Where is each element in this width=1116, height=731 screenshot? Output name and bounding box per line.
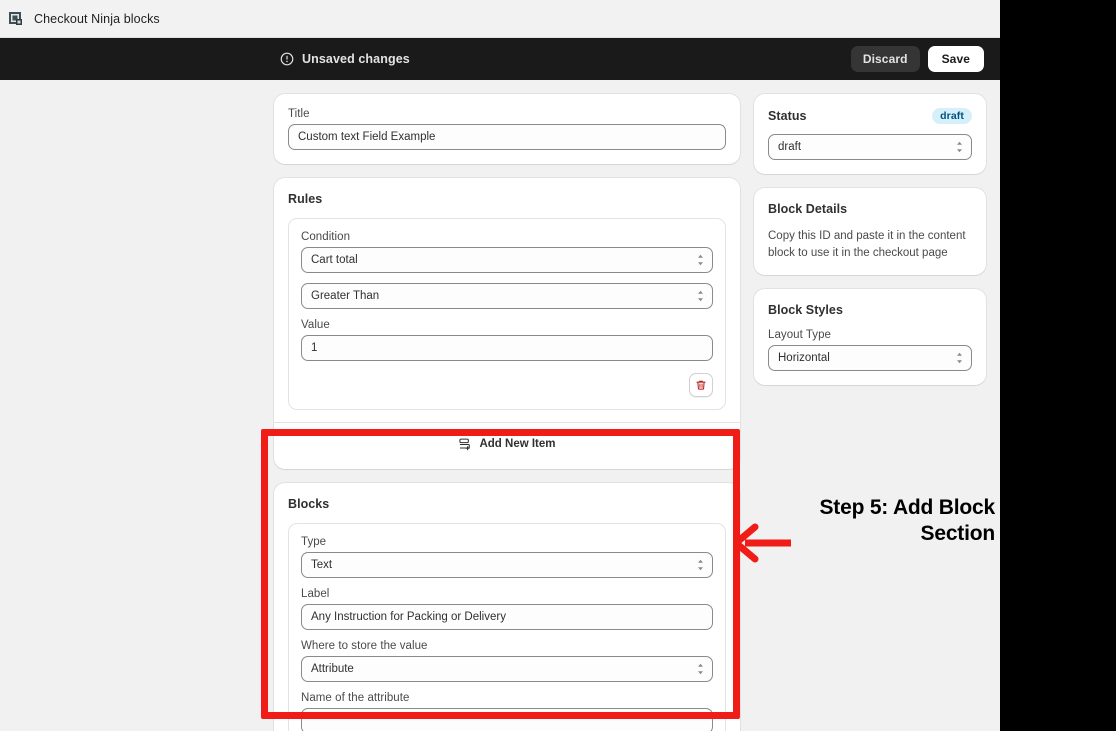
sidebar-column: Status draft draft Block Details Copy th…	[754, 94, 986, 399]
status-card-header: Status draft	[768, 108, 972, 124]
status-card-heading: Status	[768, 109, 807, 123]
operator-field: Greater Than	[301, 283, 713, 309]
save-button[interactable]: Save	[928, 46, 984, 72]
title-input[interactable]	[288, 124, 726, 150]
add-new-item-label: Add New Item	[479, 438, 555, 450]
add-block-icon	[458, 437, 472, 451]
browser-tab-title[interactable]: Checkout Ninja blocks	[34, 12, 160, 26]
block-type-select[interactable]: Text	[301, 552, 713, 578]
block-store-field: Where to store the value Attribute	[301, 640, 713, 682]
status-card: Status draft draft	[754, 94, 986, 174]
block-label-label: Label	[301, 588, 713, 600]
block-label-field: Label	[301, 588, 713, 630]
unsaved-changes-label: Unsaved changes	[302, 52, 410, 66]
block-store-select[interactable]: Attribute	[301, 656, 713, 682]
trash-icon	[695, 379, 707, 391]
condition-field: Condition Cart total	[301, 231, 713, 273]
layout-type-select[interactable]: Horizontal	[768, 345, 972, 371]
blocks-card: Blocks Type Text	[274, 483, 740, 731]
attribute-name-field: Name of the attribute	[301, 692, 713, 731]
condition-select-wrap: Cart total	[301, 247, 713, 273]
block-type-select-wrap: Text	[301, 552, 713, 578]
layout-type-label: Layout Type	[768, 329, 972, 341]
attribute-name-input[interactable]	[301, 708, 713, 731]
block-styles-heading: Block Styles	[768, 303, 972, 317]
browser-tab-bar: Checkout Ninja blocks	[0, 0, 1000, 38]
site-favicon-icon	[8, 11, 24, 27]
rule-item: Condition Cart total Grea	[288, 218, 726, 410]
rules-card: Rules Condition Cart total	[274, 178, 740, 469]
status-select[interactable]: draft	[768, 134, 972, 160]
block-details-body: Copy this ID and paste it in the content…	[768, 228, 972, 261]
block-label-input[interactable]	[301, 604, 713, 630]
save-bar-message-group: Unsaved changes	[280, 52, 410, 66]
block-styles-card: Block Styles Layout Type Horizontal	[754, 289, 986, 385]
value-label: Value	[301, 319, 713, 331]
operator-select-wrap: Greater Than	[301, 283, 713, 309]
page-content: Title Rules Condition Cart total	[0, 80, 1000, 731]
status-select-wrap: draft	[768, 134, 972, 160]
condition-label: Condition	[301, 231, 713, 243]
block-store-select-wrap: Attribute	[301, 656, 713, 682]
block-details-card: Block Details Copy this ID and paste it …	[754, 188, 986, 275]
block-store-label: Where to store the value	[301, 640, 713, 652]
rules-card-heading: Rules	[288, 192, 726, 206]
block-type-field: Type Text	[301, 536, 713, 578]
operator-select[interactable]: Greater Than	[301, 283, 713, 309]
status-badge: draft	[932, 108, 972, 124]
screen: Checkout Ninja blocks Unsaved changes Di…	[0, 0, 1116, 731]
main-column: Title Rules Condition Cart total	[274, 94, 740, 731]
block-item: Type Text Label	[288, 523, 726, 731]
title-field-label: Title	[288, 108, 726, 120]
block-details-heading: Block Details	[768, 202, 972, 216]
save-bar-actions: Discard Save	[851, 46, 984, 72]
app-viewport: Unsaved changes Discard Save Title Rules	[0, 38, 1000, 731]
alert-circle-icon	[280, 52, 294, 66]
discard-button[interactable]: Discard	[851, 46, 920, 72]
add-new-item-button[interactable]: Add New Item	[288, 433, 726, 455]
title-card: Title	[274, 94, 740, 164]
annotation-text: Step 5: Add Block Section	[770, 495, 995, 548]
blocks-card-heading: Blocks	[288, 497, 726, 511]
value-field: Value	[301, 319, 713, 361]
rule-actions	[301, 373, 713, 397]
attribute-name-label: Name of the attribute	[301, 692, 713, 704]
contextual-save-bar: Unsaved changes Discard Save	[0, 38, 1000, 80]
layout-type-select-wrap: Horizontal	[768, 345, 972, 371]
add-rule-row: Add New Item	[274, 422, 740, 455]
value-input[interactable]	[301, 335, 713, 361]
delete-rule-button[interactable]	[689, 373, 713, 397]
condition-select[interactable]: Cart total	[301, 247, 713, 273]
block-type-label: Type	[301, 536, 713, 548]
